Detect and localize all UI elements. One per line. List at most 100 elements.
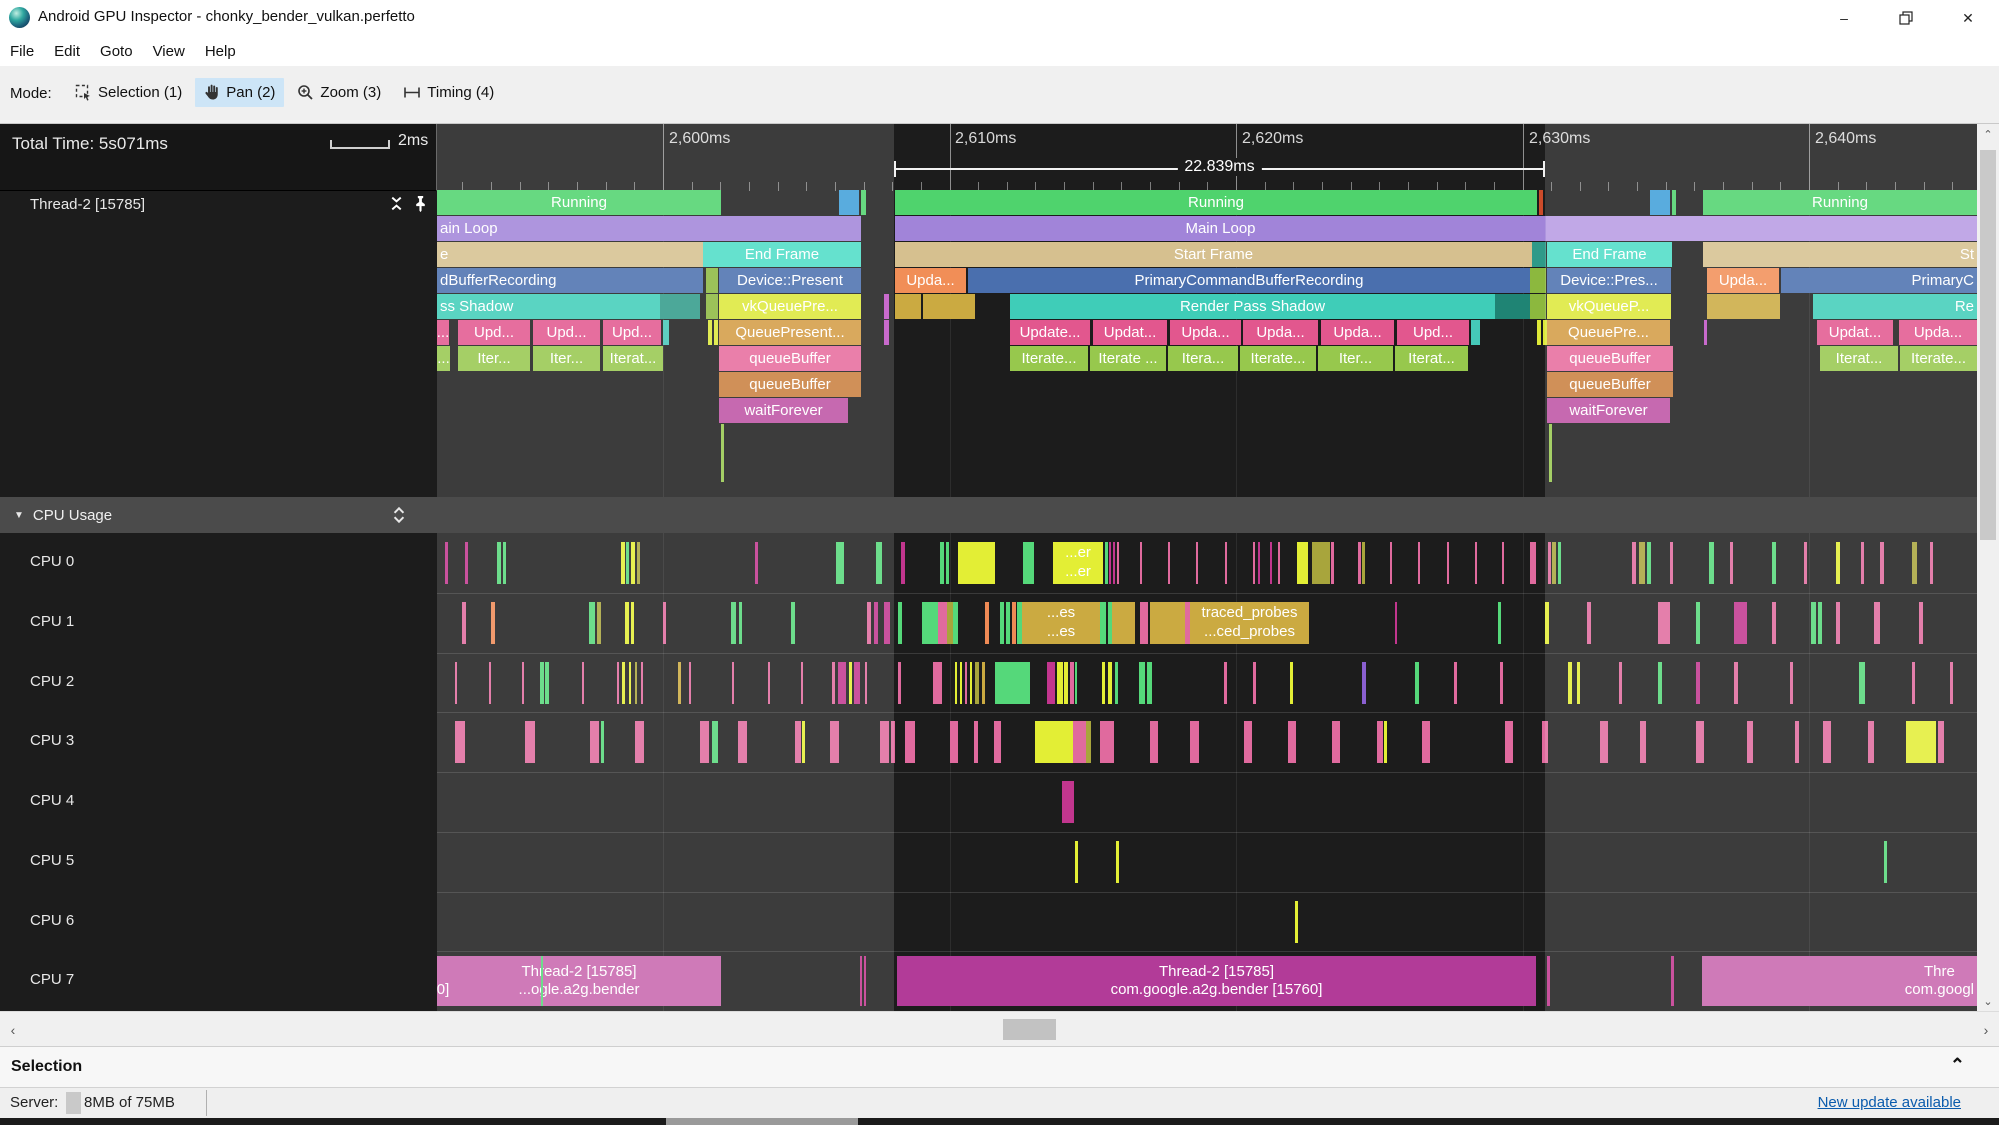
slice[interactable]: Upda... [895, 268, 966, 293]
slice[interactable] [854, 661, 860, 704]
collapse-track-icon[interactable] [388, 194, 405, 213]
slice[interactable] [1288, 721, 1296, 764]
slice[interactable] [1447, 542, 1449, 584]
slice[interactable] [898, 661, 901, 704]
slice[interactable] [1278, 542, 1280, 584]
slice[interactable] [1498, 601, 1501, 644]
slice[interactable] [1640, 721, 1646, 764]
slice[interactable] [958, 542, 995, 584]
slice[interactable]: Iter... [458, 346, 530, 371]
slice[interactable] [1906, 721, 1936, 764]
slice[interactable] [1772, 601, 1776, 644]
slice[interactable] [522, 661, 524, 704]
slice[interactable] [1150, 601, 1185, 644]
slice[interactable] [1919, 601, 1923, 644]
slice[interactable] [960, 661, 962, 704]
slice[interactable] [1362, 542, 1365, 584]
slice[interactable] [465, 542, 468, 584]
slice[interactable] [955, 661, 957, 704]
slice[interactable] [1495, 294, 1530, 319]
slice[interactable] [1224, 661, 1227, 704]
scroll-down-icon[interactable]: ⌄ [1977, 991, 1999, 1011]
slice[interactable]: Thre com.googl [1702, 956, 1977, 1007]
slice[interactable] [1108, 661, 1112, 704]
slice[interactable] [975, 661, 979, 704]
slice[interactable] [1109, 542, 1111, 584]
slice[interactable] [1734, 601, 1747, 644]
slice[interactable]: Device::Pres... [1547, 268, 1671, 293]
slice[interactable] [1471, 320, 1480, 345]
slice[interactable]: Running [437, 190, 721, 215]
slice[interactable] [938, 601, 947, 644]
slice[interactable]: QueuePresent... [719, 320, 861, 345]
slice[interactable] [1384, 721, 1387, 764]
slice[interactable] [663, 601, 666, 644]
slice[interactable] [950, 721, 958, 764]
slice[interactable]: queueBuffer [719, 346, 861, 371]
slice[interactable] [884, 320, 889, 345]
slice[interactable]: Thread-2 [15785] com.google.a2g.bender [1… [897, 956, 1536, 1007]
slice[interactable]: Updat... [1817, 320, 1893, 345]
slice[interactable]: Upd... [1397, 320, 1469, 345]
slice[interactable] [678, 661, 681, 704]
slice[interactable] [974, 721, 978, 764]
slice[interactable] [1147, 661, 1152, 704]
slice[interactable] [901, 542, 905, 584]
slice[interactable] [1117, 542, 1119, 584]
slice[interactable] [1418, 542, 1420, 584]
expand-panel-icon[interactable]: ⌃ [1950, 1055, 1965, 1076]
slice[interactable] [635, 721, 644, 764]
slice[interactable] [731, 601, 736, 644]
slice[interactable] [1012, 601, 1016, 644]
slice[interactable] [880, 721, 889, 764]
slice[interactable] [641, 661, 643, 704]
slice[interactable]: ...es ...es [1022, 601, 1100, 644]
slice[interactable] [982, 661, 985, 704]
slice[interactable]: PrimaryCommandBufferRecording [968, 268, 1530, 293]
slice[interactable] [1100, 601, 1106, 644]
slice[interactable]: dBufferRecording [437, 268, 703, 293]
slice[interactable]: Upd... [458, 320, 530, 345]
slice[interactable] [1502, 542, 1504, 584]
slice[interactable] [635, 661, 637, 704]
cpu-track-label-2[interactable]: CPU 2 [30, 673, 74, 690]
slice[interactable] [1547, 956, 1550, 1007]
slice[interactable] [1950, 661, 1953, 704]
slice[interactable] [1116, 840, 1119, 883]
slice[interactable] [1546, 216, 1977, 241]
slice[interactable] [1707, 294, 1780, 319]
slice[interactable] [1545, 601, 1549, 644]
slice[interactable]: ss Shadow [437, 294, 660, 319]
slice[interactable]: ...er ...er [1053, 542, 1103, 584]
slice[interactable] [891, 721, 895, 764]
cpu-track-label-7[interactable]: CPU 7 [30, 971, 74, 988]
slice[interactable] [1696, 721, 1704, 764]
slice[interactable] [965, 661, 967, 704]
slice[interactable] [1225, 542, 1227, 584]
slice[interactable] [836, 542, 844, 584]
slice[interactable] [1530, 268, 1546, 293]
slice[interactable] [995, 661, 1030, 704]
slice[interactable] [1140, 542, 1142, 584]
slice[interactable] [631, 601, 634, 644]
slice[interactable]: Itera... [1168, 346, 1238, 371]
slice[interactable] [739, 601, 742, 644]
slice[interactable] [1530, 294, 1546, 319]
slice[interactable] [1747, 721, 1753, 764]
slice[interactable] [1619, 661, 1622, 704]
slice[interactable] [1552, 542, 1556, 584]
slice[interactable] [1670, 542, 1673, 584]
slice[interactable] [1549, 424, 1552, 482]
slice[interactable] [663, 320, 669, 345]
slice[interactable]: Updat... [1093, 320, 1167, 345]
slice[interactable] [589, 601, 595, 644]
slice[interactable]: Iterat... [603, 346, 663, 371]
slice[interactable]: ain Loop [437, 216, 861, 241]
cpu-usage-header[interactable]: ▼ CPU Usage [0, 497, 1977, 533]
slice[interactable] [621, 542, 625, 584]
slice[interactable] [940, 542, 944, 584]
slice[interactable]: Main Loop [895, 216, 1546, 241]
slice[interactable] [712, 721, 718, 764]
slice[interactable] [1600, 721, 1608, 764]
slice[interactable] [545, 661, 549, 704]
